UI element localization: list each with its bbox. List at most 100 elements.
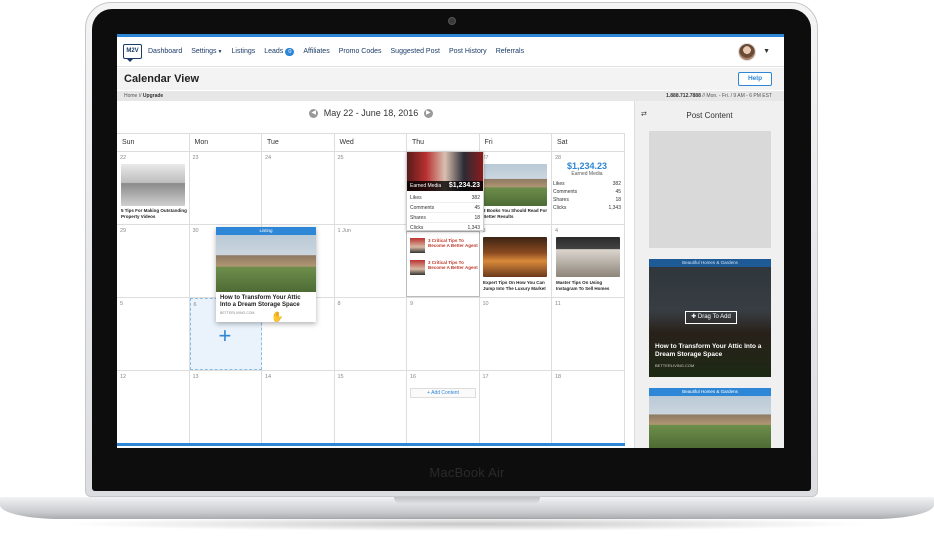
nav-label: Post History xyxy=(448,48,487,55)
nav-dashboard[interactable]: Dashboard xyxy=(148,48,182,56)
day-cell[interactable]: 17 xyxy=(480,371,552,443)
stat-key: Shares xyxy=(553,197,569,203)
panel-title: Post Content xyxy=(686,111,733,120)
macbook-mockup: MacBook Air M2V Dashboard Settings ▼ List… xyxy=(0,0,934,544)
day-number: 14 xyxy=(265,374,272,380)
dragged-listing-card[interactable]: Listing How to Transform Your Attic Into… xyxy=(216,227,316,322)
stat-row: Shares 18 xyxy=(553,197,621,205)
earned-label: Earned Media xyxy=(410,183,442,189)
stat-row: Shares 18 xyxy=(410,213,480,223)
breadcrumb: Home // Upgrade xyxy=(124,93,163,99)
day-number: 25 xyxy=(337,155,344,161)
leads-badge: 0 xyxy=(285,47,295,56)
next-arrow-icon[interactable]: ▶ xyxy=(423,109,433,119)
weekday-label: Sun xyxy=(117,134,190,151)
add-content-button[interactable]: + Add Content xyxy=(410,388,476,398)
content-card-source: BETTERLIVING.COM xyxy=(655,363,695,368)
day-cell[interactable]: 16 xyxy=(407,371,480,443)
screen: M2V Dashboard Settings ▼ Listings Leads 0 … xyxy=(117,34,784,448)
day-cell[interactable]: 8 xyxy=(335,298,407,370)
day-cell[interactable]: 23 xyxy=(190,152,262,224)
day-cell[interactable]: 15 xyxy=(335,371,407,443)
nav-items: Dashboard Settings ▼ Listings Leads 0 Affi… xyxy=(148,47,533,56)
popover-earned-bar: Earned Media $1,234.23 xyxy=(407,181,483,191)
mini-post-thumbnail xyxy=(410,260,425,275)
day-cell[interactable]: 29 xyxy=(117,225,190,297)
stat-key: Comments xyxy=(410,205,435,211)
weekday-label: Thu xyxy=(407,134,480,151)
calendar-header: ◀ May 22 - June 18, 2016 ▶ xyxy=(117,108,625,119)
avatar[interactable] xyxy=(738,43,756,61)
stat-row: Likes 382 xyxy=(410,193,480,203)
day-number: 5 xyxy=(120,301,124,307)
mini-post-title: 3 Critical Tips To Become A Better Agent xyxy=(428,238,478,248)
day-cell[interactable]: 9 xyxy=(407,298,480,370)
stat-key: Clicks xyxy=(410,225,424,231)
nav-label: Referrals xyxy=(495,48,525,55)
page-title: Calendar View xyxy=(124,73,199,85)
stat-row: Likes 382 xyxy=(553,181,621,189)
nav-settings[interactable]: Settings ▼ xyxy=(191,48,222,56)
day-cell[interactable]: 12 xyxy=(117,371,190,443)
prev-arrow-icon[interactable]: ◀ xyxy=(309,109,319,119)
calendar: ◀ May 22 - June 18, 2016 ▶ Sun Mon Tue W… xyxy=(117,101,625,448)
earned-amount: $1,234.23 xyxy=(448,182,480,189)
logo[interactable]: M2V xyxy=(123,44,142,62)
nav-label: Affiliates xyxy=(303,48,330,55)
nav-referrals[interactable]: Referrals xyxy=(496,48,524,56)
nav-label: Dashboard xyxy=(148,48,183,55)
contact-info: 1.888.712.7888 // Mon. - Fri. / 9 AM - 6… xyxy=(666,93,772,99)
content-card[interactable]: Beautiful Homes & Gardens xyxy=(649,388,771,448)
nav-suggested-post[interactable]: Suggested Post xyxy=(391,48,440,56)
post-caption: Expert Tips On How You Can Jump Into The… xyxy=(483,280,546,291)
day-cell[interactable]: 24 xyxy=(262,152,335,224)
nav-leads[interactable]: Leads 0 xyxy=(264,47,295,56)
stat-value: 1,343 xyxy=(467,225,480,231)
stat-key: Clicks xyxy=(553,205,567,211)
stat-row: Clicks 1,343 xyxy=(410,223,480,233)
content-card-title: How to Transform Your Attic Into a Dream… xyxy=(655,343,762,358)
day-cell[interactable]: 18 xyxy=(552,371,625,443)
day-cell[interactable]: 10 xyxy=(480,298,552,370)
plus-icon: ✚ xyxy=(691,314,698,320)
day-number: 17 xyxy=(482,374,489,380)
nav-promo-codes[interactable]: Promo Codes xyxy=(339,48,382,56)
post-thumbnail[interactable] xyxy=(556,237,620,277)
stat-value: 1,343 xyxy=(608,205,621,211)
day-cell[interactable]: 1 Jun xyxy=(335,225,407,297)
post-caption: 5 Tips For Making Outstanding Property V… xyxy=(121,208,187,219)
content-card[interactable]: Beautiful Homes & Gardens ✚ Drag To Add … xyxy=(649,259,771,377)
post-thumbnail[interactable] xyxy=(483,237,547,277)
day-number: 9 xyxy=(410,301,414,307)
day-number: 6 xyxy=(193,302,197,308)
mini-post[interactable]: 3 Critical Tips To Become A Better Agent xyxy=(410,238,478,256)
post-stats-popover[interactable]: Earned Media $1,234.23 Likes 382 Comments… xyxy=(406,151,484,231)
earned-amount: $1,234.23 xyxy=(566,161,608,171)
sat-stats: $1,234.23 Earned Media Likes 382 Comments… xyxy=(553,161,621,213)
day-cell[interactable]: 11 xyxy=(552,298,625,370)
nav-affiliates[interactable]: Affiliates xyxy=(303,48,329,56)
mini-post[interactable]: 3 Critical Tips To Become A Better Agent xyxy=(410,260,478,278)
support-hours: // Mon. - Fri. / 9 AM - 6 PM EST xyxy=(700,93,772,99)
weekday-label: Sat xyxy=(552,134,625,151)
day-cell[interactable]: 25 xyxy=(335,152,407,224)
nav-listings[interactable]: Listings xyxy=(232,48,256,56)
post-thumbnail[interactable] xyxy=(483,164,547,206)
breadcrumb-bar: Home // Upgrade 1.888.712.7888 // Mon. -… xyxy=(117,91,784,101)
earned-label: Earned Media xyxy=(571,171,603,177)
day-cell[interactable]: 13 xyxy=(190,371,262,443)
calendar-week: 12 13 14 15 16 17 18 xyxy=(117,371,625,444)
calendar-week: 5 6+ 7 8 9 10 11 xyxy=(117,298,625,371)
drag-to-add-button[interactable]: ✚ Drag To Add xyxy=(685,311,737,324)
content-card-image xyxy=(649,396,771,448)
scheduled-posts-card[interactable]: 3 Critical Tips To Become A Better Agent… xyxy=(406,231,480,297)
breadcrumb-home[interactable]: Home xyxy=(124,93,137,99)
help-button[interactable]: Help xyxy=(738,72,772,86)
day-number: 23 xyxy=(192,155,199,161)
nav-post-history[interactable]: Post History xyxy=(449,48,487,56)
day-cell[interactable]: 5 xyxy=(117,298,190,370)
day-cell[interactable]: 14 xyxy=(262,371,335,443)
post-thumbnail[interactable] xyxy=(121,164,185,206)
account-caret-icon[interactable]: ▼ xyxy=(763,48,770,55)
drag-label: Drag To Add xyxy=(697,314,731,320)
